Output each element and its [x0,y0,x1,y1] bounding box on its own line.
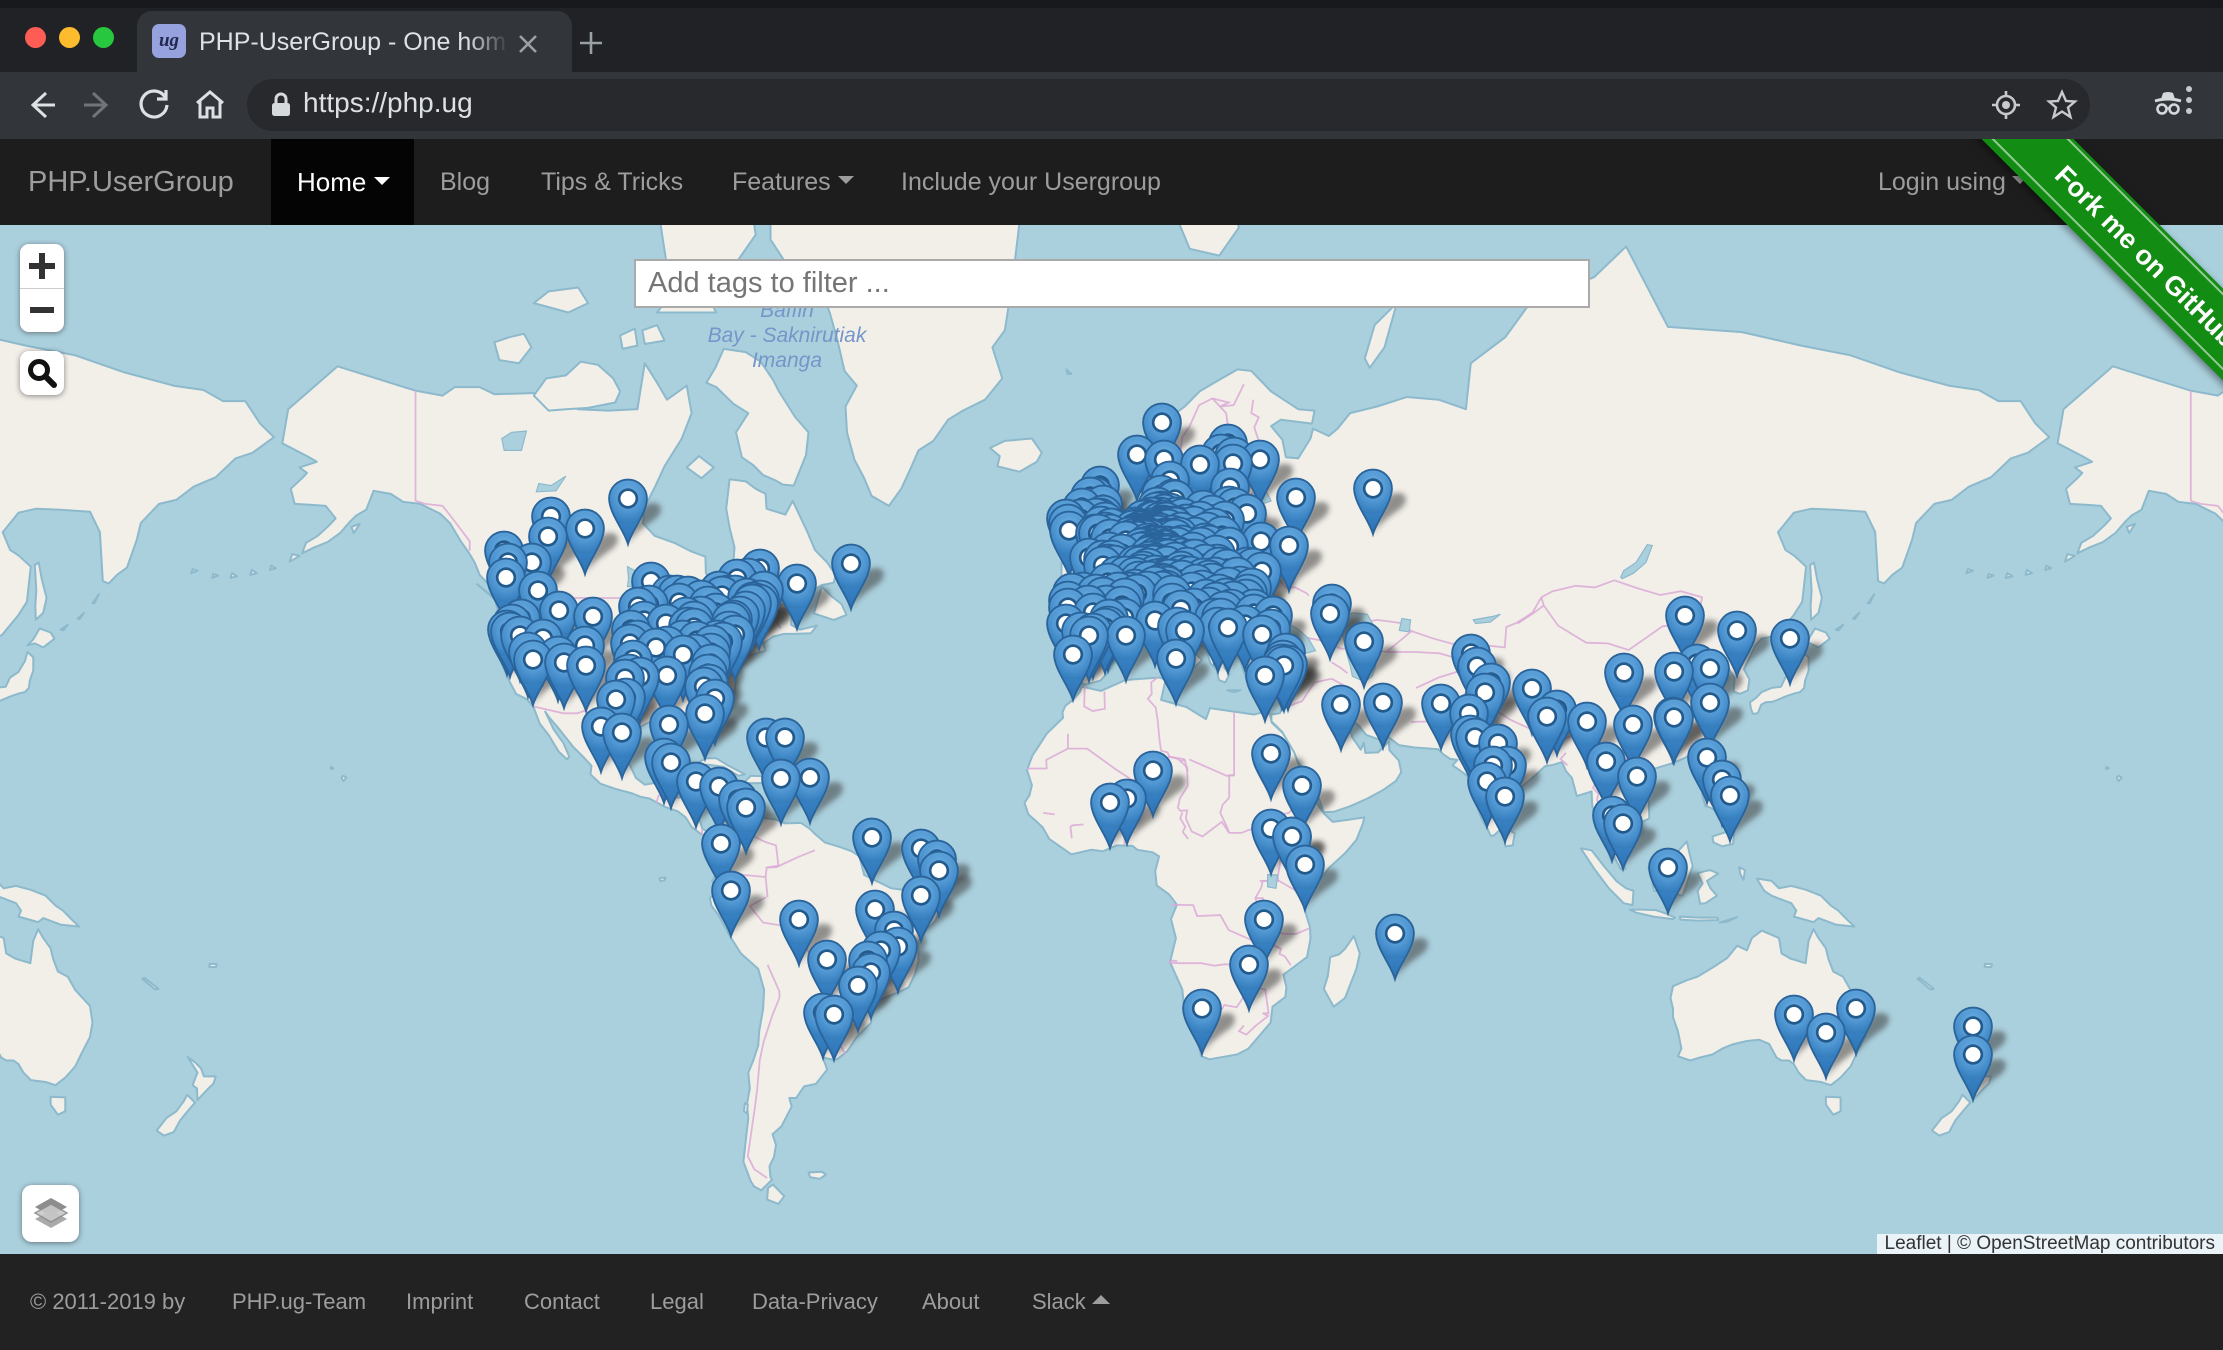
svg-text:Imanga: Imanga [752,349,822,372]
svg-text:Bay - Saknirutiak: Bay - Saknirutiak [708,324,868,347]
